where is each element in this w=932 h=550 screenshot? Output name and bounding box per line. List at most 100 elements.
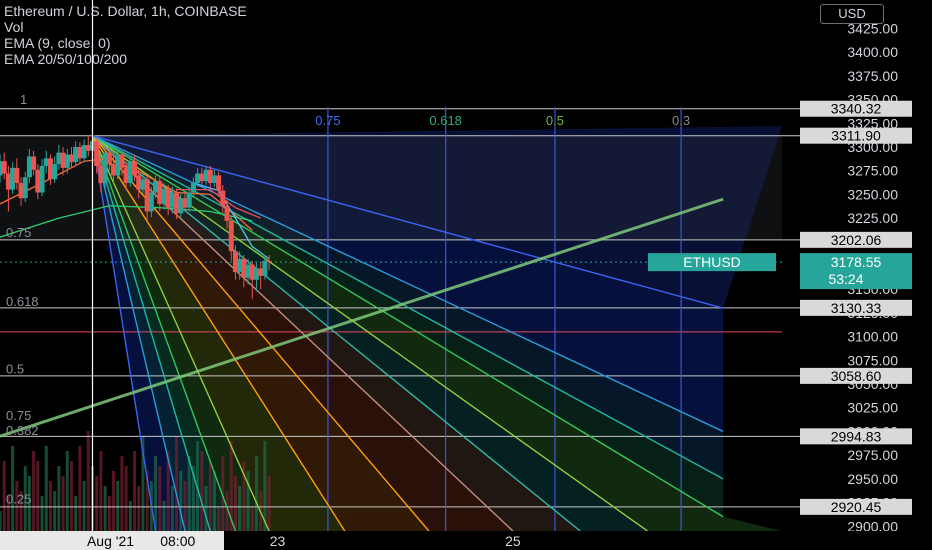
candle-body [190,183,196,193]
volume-bar [217,506,221,531]
price-tick-label: 2975.00 [847,447,898,463]
candle-body [216,175,222,191]
chart-legend: Ethereum / U.S. Dollar, 1h, COINBASE Vol… [4,3,247,67]
price-tick-label: 3400.00 [847,44,898,60]
volume-bar [44,446,48,531]
price-tick-label: 3275.00 [847,163,898,179]
fib-time-label: 0.75 [315,113,340,128]
time-tick-label: 25 [505,533,521,549]
volume-bar [204,486,208,531]
fib-price-label: 0.75 [6,225,31,240]
candle-body [1,161,7,174]
candle-body [224,205,230,221]
candle-body [39,165,45,193]
volume-bar [36,461,40,531]
candle-body [52,164,58,180]
volume-bar [40,496,44,531]
volume-bar [158,466,162,531]
fib-price-label: 0.25 [6,491,31,506]
candle-body [186,192,192,208]
volume-bar [179,471,183,531]
level-badge-label: 2920.45 [831,499,882,515]
price-tick-label: 3375.00 [847,68,898,84]
candle-body [94,141,100,166]
volume-bar [69,461,73,531]
candle-body [119,154,125,168]
time-tick-label: Aug '21 [87,533,134,549]
symbol-badge-label: ETHUSD [683,254,741,270]
volume-bar [99,451,103,531]
volume-bar [233,476,237,531]
volume-bar [212,471,216,531]
volume-bar [154,456,158,531]
volume-bar [250,506,254,531]
price-tick-label: 3100.00 [847,329,898,345]
candle-body [132,161,138,176]
price-badge-countdown: 53:24 [828,271,863,287]
time-tick-label: 23 [270,533,286,549]
volume-bar [95,476,99,531]
volume-bar [74,496,78,531]
volume-bar [200,451,204,531]
candle-body [220,190,226,206]
volume-bar [162,501,166,531]
price-tick-label: 3250.00 [847,186,898,202]
volume-bar [124,466,128,531]
volume-bar [82,481,86,531]
volume-bar [120,456,124,531]
fib-time-label: 0.618 [429,113,462,128]
volume-bar [61,476,65,531]
volume-bar [48,481,52,531]
legend-indicator-ema9[interactable]: EMA (9, close, 0) [4,35,247,51]
volume-bar [65,451,69,531]
fib-price-label: 0.75 [6,408,31,423]
volume-bar [32,451,36,531]
legend-indicator-ema-multi[interactable]: EMA 20/50/100/200 [4,51,247,67]
price-badge-value: 3178.55 [831,254,882,270]
candle-body [31,156,37,170]
volume-bar [116,481,120,531]
level-badge-label: 3340.32 [831,101,882,117]
currency-button[interactable]: USD [820,4,884,24]
price-tick-label: 3025.00 [847,400,898,416]
volume-bar [263,441,267,531]
fib-time-label: 0.3 [672,113,690,128]
volume-bar [267,476,271,531]
volume-bar [137,486,141,531]
candle-body [262,260,268,276]
volume-bar [103,486,107,531]
volume-bar [107,496,111,531]
level-badge-label: 2994.83 [831,428,882,444]
volume-bar [0,511,2,531]
level-badge-label: 3130.33 [831,300,882,316]
volume-bar [187,456,191,531]
legend-indicator-vol[interactable]: Vol [4,19,247,35]
fib-price-label: 1 [20,92,27,107]
price-tick-label: 3075.00 [847,352,898,368]
chart-title: Ethereum / U.S. Dollar, 1h, COINBASE [4,3,247,19]
time-axis[interactable]: Aug '21 08:00 23 25 [0,531,932,550]
volume-bar [78,446,82,531]
price-tick-label: 2950.00 [847,471,898,487]
time-tick-label: 08:00 [160,533,195,549]
candle-body [106,152,112,165]
candle-body [266,260,272,263]
volume-bar [133,451,137,531]
fib-price-label: 0.382 [6,423,39,438]
candle-body [14,167,20,184]
candle-body [148,192,154,212]
volume-bar [53,491,57,531]
fib-price-label: 0.618 [6,294,39,309]
level-badge-label: 3311.90 [831,128,881,144]
gann-fan-chart[interactable]: 0.75 0.618 0.5 0.3 10.750.6180.50.750.3820.… [0,0,932,550]
volume-bar [128,501,132,531]
volume-bar [238,486,242,531]
volume-bar [175,436,179,531]
volume-bar [170,486,174,531]
candle-body [228,220,234,252]
fib-price-label: 0.5 [6,361,24,376]
fib-time-label: 0.5 [546,113,564,128]
volume-bar [112,471,116,531]
volume-bar [86,431,90,531]
level-badge-label: 3202.06 [831,232,882,248]
